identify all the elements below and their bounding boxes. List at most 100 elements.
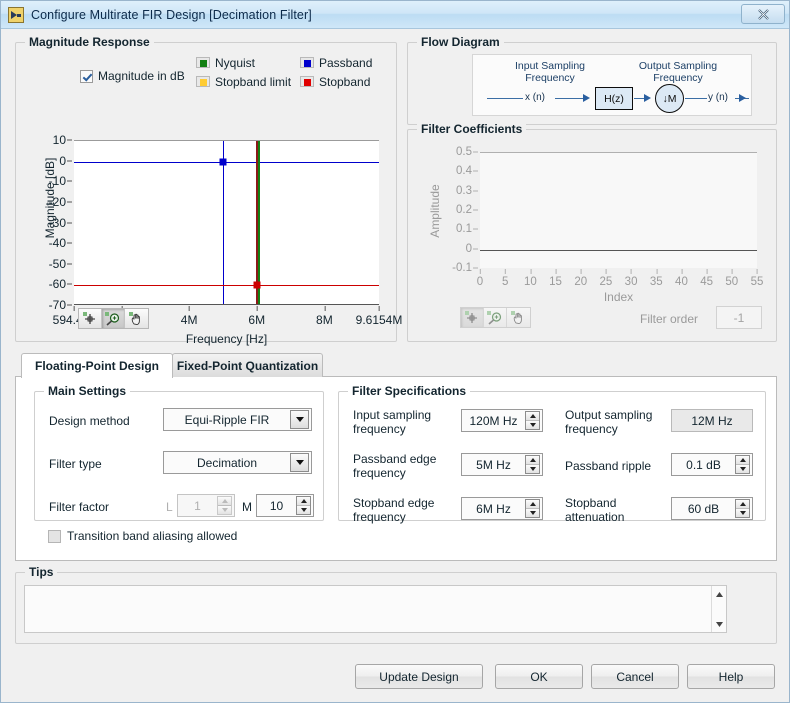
pan-tool-button[interactable] <box>507 308 530 327</box>
spinner-buttons[interactable] <box>735 499 750 518</box>
chevron-down-icon[interactable] <box>290 410 309 429</box>
wire-x-to-hz <box>555 98 583 99</box>
spinner-down-icon[interactable] <box>736 509 749 517</box>
zoom-tool-button[interactable] <box>484 308 507 327</box>
spinner-buttons[interactable] <box>525 499 540 518</box>
tab-fixed-point-quantization[interactable]: Fixed-Point Quantization <box>172 353 323 377</box>
stopband-edge-frequency-spinner[interactable]: 6M Hz <box>461 497 543 520</box>
magnitude-plot-area[interactable] <box>74 140 379 305</box>
x-tick-label: 15 <box>549 269 562 288</box>
magnitude-response-title: Magnitude Response <box>25 35 154 49</box>
x-tick-label: 30 <box>624 269 638 288</box>
y-tick-label: 0.4 <box>456 165 472 178</box>
output-sampling-frequency-label: Output Sampling Frequency <box>638 60 718 84</box>
ok-button[interactable]: OK <box>495 664 583 689</box>
x-tick-label: 45 <box>700 269 714 288</box>
passband-edge-frequency-value: 5M Hz <box>476 457 511 472</box>
window-title: Configure Multirate FIR Design [Decimati… <box>31 7 312 22</box>
spinner-up-icon[interactable] <box>526 412 539 421</box>
close-button[interactable] <box>741 4 785 24</box>
spinner-buttons[interactable] <box>296 496 311 515</box>
scroll-down-icon[interactable] <box>712 617 727 631</box>
flow-diagram-title: Flow Diagram <box>417 35 504 49</box>
coefficients-graph-toolbar[interactable] <box>460 307 531 328</box>
y-tick-label: -30 <box>48 215 66 230</box>
spinner-down-icon[interactable] <box>736 465 749 473</box>
cursor-tool-button[interactable] <box>461 308 484 327</box>
l-factor-tag: L <box>166 500 173 514</box>
spinner-buttons <box>217 496 232 515</box>
tips-title: Tips <box>25 565 58 579</box>
update-design-button[interactable]: Update Design <box>355 664 483 689</box>
l-factor-spinner: 1 <box>177 494 235 517</box>
input-sampling-frequency-spinner[interactable]: 120M Hz <box>461 409 543 432</box>
series-passband <box>74 161 379 163</box>
help-button[interactable]: Help <box>687 664 775 689</box>
m-factor-spinner[interactable]: 10 <box>256 494 314 517</box>
spinner-buttons[interactable] <box>525 411 540 430</box>
y-tick-label: 0.3 <box>456 184 472 197</box>
zoom-tool-button[interactable] <box>102 309 125 328</box>
tips-group: Tips <box>15 565 777 644</box>
stopband-attenuation-spinner[interactable]: 60 dB <box>671 497 753 520</box>
y-tick-label: 0 <box>59 153 66 168</box>
filter-type-combo[interactable]: Decimation <box>163 451 312 474</box>
spinner-up-icon[interactable] <box>526 500 539 509</box>
spinner-down-icon[interactable] <box>526 421 539 429</box>
y-tick-label: 0.1 <box>456 223 472 236</box>
y-tick-label: -70 <box>48 298 66 312</box>
stopband-color-icon <box>300 76 314 87</box>
stopband-attenuation-label: Stopband attenuation <box>565 496 625 524</box>
spinner-down-icon[interactable] <box>297 506 310 514</box>
legend-item-stopband-limit: Stopband limit <box>196 72 296 91</box>
m-factor-value: 10 <box>269 498 284 513</box>
spinner-up-icon[interactable] <box>736 456 749 465</box>
spinner-up-icon[interactable] <box>736 500 749 509</box>
spinner-up-icon[interactable] <box>526 456 539 465</box>
spinner-up-icon[interactable] <box>297 497 310 506</box>
y-tick-label: -20 <box>48 194 66 209</box>
tips-textbox[interactable] <box>24 585 727 633</box>
legend-item-passband: Passband <box>300 53 400 72</box>
coefficients-plot-area[interactable] <box>480 152 757 268</box>
configure-multirate-fir-dialog: Configure Multirate FIR Design [Decimati… <box>0 0 790 703</box>
wire-m-to-y <box>685 98 707 99</box>
design-method-value: Equi-Ripple FIR <box>184 412 270 427</box>
spinner-down-icon[interactable] <box>526 509 539 517</box>
stopband-edge-frequency-value: 6M Hz <box>476 501 511 516</box>
output-sampling-frequency-value: 12M Hz <box>671 409 753 432</box>
pan-tool-button[interactable] <box>125 309 148 328</box>
passband-edge-frequency-spinner[interactable]: 5M Hz <box>461 453 543 476</box>
design-method-combo[interactable]: Equi-Ripple FIR <box>163 408 312 431</box>
legend-item-nyquist: Nyquist <box>196 53 296 72</box>
spinner-buttons[interactable] <box>525 455 540 474</box>
dialog-button-row: Update Design OK Cancel Help <box>1 664 790 692</box>
x-tick-label: 5 <box>501 269 509 288</box>
cancel-button[interactable]: Cancel <box>591 664 679 689</box>
x-tick-label: 25 <box>599 269 613 288</box>
hand-icon <box>129 311 140 325</box>
scroll-up-icon[interactable] <box>712 587 727 601</box>
input-sampling-frequency-label: Input sampling frequency <box>353 408 432 436</box>
spinner-down-icon[interactable] <box>526 465 539 473</box>
coefficients-x-axis-label: Index <box>603 290 634 304</box>
magnifier-icon <box>487 310 502 325</box>
tab-floating-point-design[interactable]: Floating-Point Design <box>21 353 173 378</box>
filter-specifications-group: Filter Specifications Input sampling fre… <box>338 384 766 524</box>
coefficients-y-axis-label: Amplitude <box>428 184 442 238</box>
checkbox-icon <box>80 69 93 83</box>
tips-scrollbar[interactable] <box>711 586 726 632</box>
wire-in <box>487 98 523 99</box>
magnitude-plot[interactable]: Magnitude [dB] 10 0 -10 -20 -30 -40 -50 -60 -70 … <box>16 93 402 346</box>
transition-band-aliasing-checkbox[interactable]: Transition band aliasing allowed <box>48 529 237 543</box>
spinner-buttons[interactable] <box>735 455 750 474</box>
passband-ripple-spinner[interactable]: 0.1 dB <box>671 453 753 476</box>
hand-icon <box>511 310 522 324</box>
filter-factor-label: Filter factor <box>49 500 110 514</box>
chevron-down-icon[interactable] <box>290 453 309 472</box>
labview-vi-icon <box>8 6 24 23</box>
magnitude-in-db-checkbox[interactable]: Magnitude in dB <box>80 69 185 83</box>
magnitude-graph-toolbar[interactable] <box>78 308 149 329</box>
cursor-tool-button[interactable] <box>79 309 102 328</box>
output-signal-label: y (n) <box>708 92 728 103</box>
